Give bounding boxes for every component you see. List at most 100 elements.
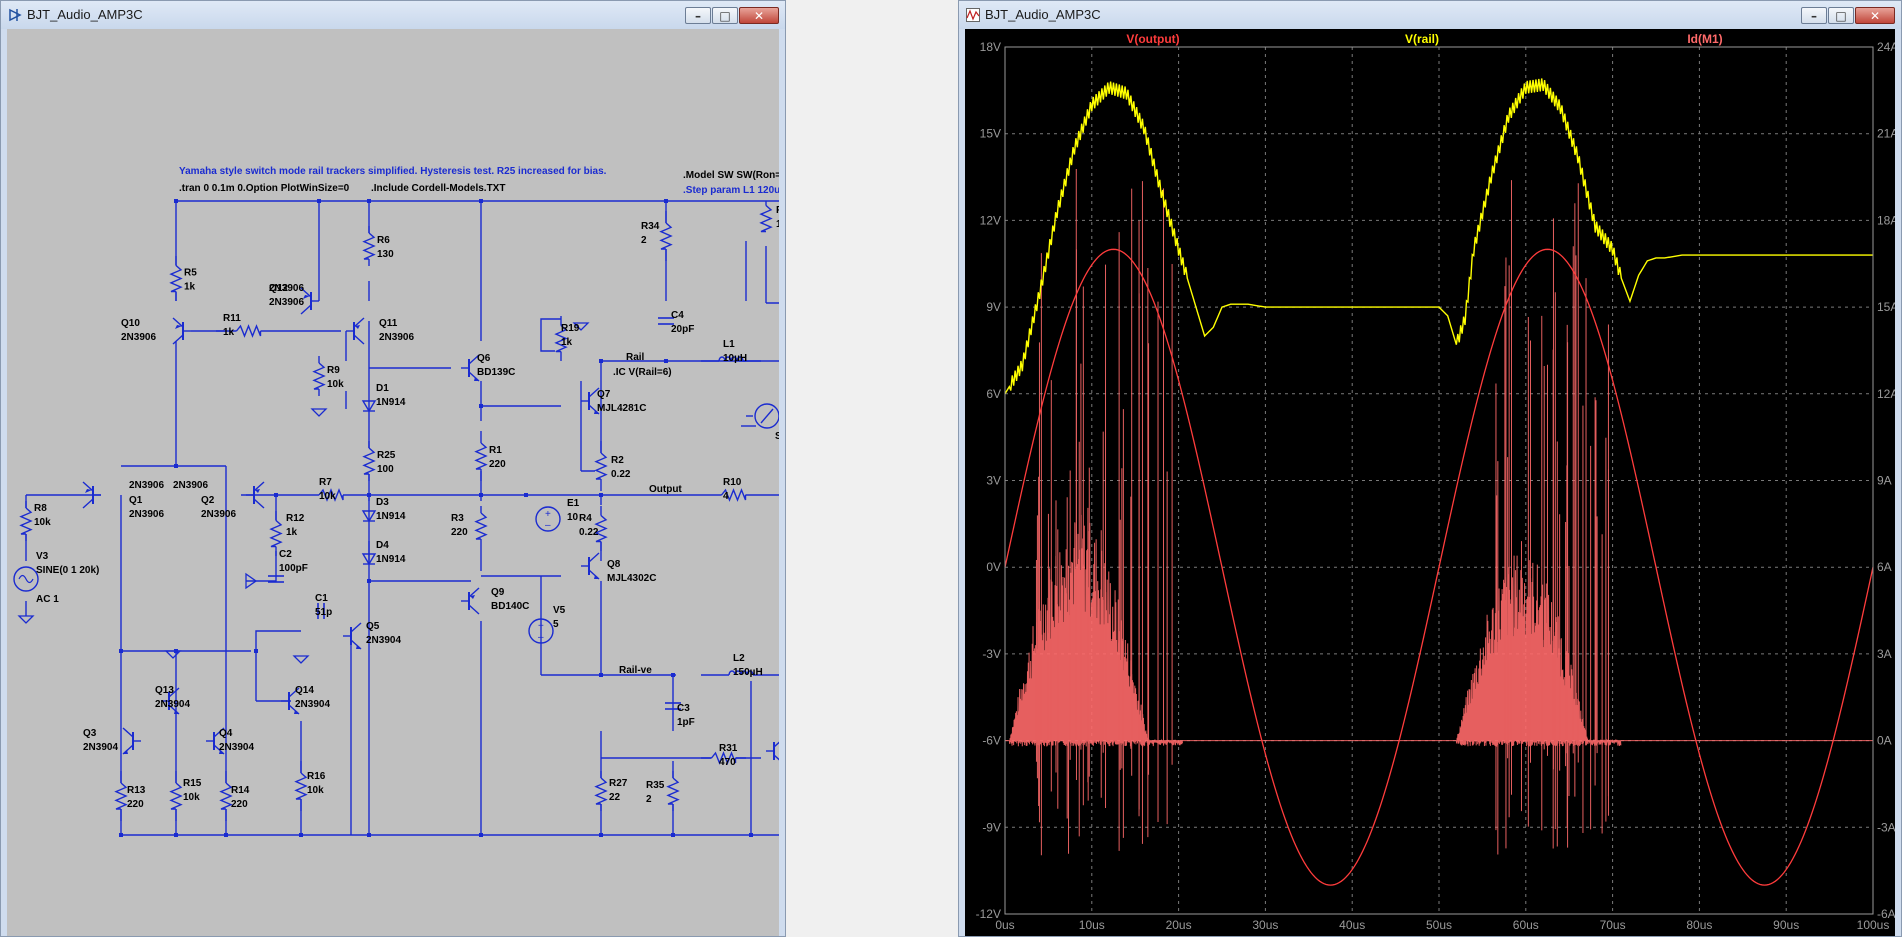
c1-ref: C1 (315, 593, 328, 604)
q5-value: 2N3904 (366, 635, 401, 646)
c2-ref: C2 (279, 549, 292, 560)
q3-ref: Q3 (83, 728, 97, 739)
junction-dot (749, 833, 753, 837)
r1-value: 220 (489, 459, 506, 470)
ground-symbol (292, 655, 310, 664)
transistor-q9[interactable] (461, 587, 480, 615)
q10-value: 2N3906 (121, 332, 156, 343)
x-tick-label: 70us (1600, 918, 1626, 932)
y-right-tick-label: -6A (1877, 907, 1895, 921)
r18-value: 100 (776, 219, 779, 230)
r25-ref: R25 (377, 450, 396, 461)
r10-ref: R10 (723, 477, 742, 488)
d4-value: 1N914 (376, 554, 406, 565)
r9-value: 10k (327, 379, 344, 390)
y-left-tick-label: 0V (986, 560, 1001, 574)
y-left-tick-label: -9V (982, 820, 1001, 834)
close-button[interactable]: ✕ (739, 7, 779, 24)
r13-ref: R13 (127, 785, 146, 796)
y-right-tick-label: -3A (1877, 820, 1895, 834)
step-directive: .Step param L1 120u 150u 30u (683, 185, 779, 196)
r13-value: 220 (127, 799, 144, 810)
schematic-titlebar[interactable]: BJT_Audio_AMP3C – □ ✕ (1, 1, 785, 29)
svg-text:–: – (538, 632, 544, 643)
plot-pane[interactable]: 0us 10us 20us 30us 40us 50us 60us 70us 80us 90us 1… (965, 29, 1895, 936)
waveform-icon (966, 8, 980, 22)
r15-value: 10k (183, 792, 200, 803)
maximize-button[interactable]: □ (712, 7, 738, 24)
close-button[interactable]: ✕ (1855, 7, 1895, 24)
waveform-plot[interactable]: 0us 10us 20us 30us 40us 50us 60us 70us 80us 90us 1… (965, 29, 1895, 936)
q12-value-top: 2N3906 (269, 283, 304, 294)
transistor-q8[interactable] (581, 552, 600, 580)
transistor-q10[interactable] (172, 317, 191, 345)
legend-idm1[interactable]: Id(M1) (1687, 32, 1722, 46)
q2-value: 2N3906 (201, 509, 236, 520)
schematic-canvas[interactable]: +–+–+–+– Yamaha style switch mode rail t… (7, 29, 779, 936)
v3-ref: V3 (36, 551, 49, 562)
voltage-source-e1[interactable]: +– (535, 506, 561, 532)
close-icon: ✕ (1869, 9, 1881, 23)
junction-dot (479, 493, 483, 497)
r31-value: 470 (719, 757, 736, 768)
y-right-tick-label: 24A (1877, 40, 1895, 54)
q4-value: 2N3904 (219, 742, 254, 753)
transistor-q3[interactable] (122, 727, 141, 755)
legend-vrail[interactable]: V(rail) (1405, 32, 1439, 46)
voltage-source-v3[interactable] (13, 566, 39, 592)
l1-ref: L1 (723, 339, 735, 350)
transistor-q5[interactable] (343, 622, 362, 650)
r12-value: 1k (286, 527, 298, 538)
junction-dot (119, 833, 123, 837)
r19-value: 1k (561, 337, 573, 348)
r6-value: 130 (377, 249, 394, 260)
junction-dot (299, 833, 303, 837)
schematic-window[interactable]: BJT_Audio_AMP3C – □ ✕ +–+–+–+– Yamaha st… (0, 0, 786, 937)
maximize-icon: □ (719, 9, 731, 23)
transistor-q11[interactable] (346, 317, 365, 345)
maximize-icon: □ (1835, 9, 1847, 23)
minimize-button[interactable]: – (685, 7, 711, 24)
r12-ref: R12 (286, 513, 305, 524)
r16-ref: R16 (307, 771, 326, 782)
e1-ref: E1 (567, 498, 580, 509)
r25-value: 100 (377, 464, 394, 475)
minimize-button[interactable]: – (1801, 7, 1827, 24)
q8-value: MJL4302C (607, 573, 656, 584)
y-right-tick-label: 6A (1877, 560, 1892, 574)
switch-sw[interactable] (754, 403, 779, 429)
maximize-button[interactable]: □ (1828, 7, 1854, 24)
r11-ref: R11 (223, 313, 241, 324)
q5-ref: Q5 (366, 621, 380, 632)
c4-ref: C4 (671, 310, 684, 321)
transistor-q20[interactable] (766, 738, 779, 764)
r31-ref: R31 (719, 743, 738, 754)
plot-window[interactable]: BJT_Audio_AMP3C – □ ✕ 0us 10us 20us 30us 40u… (958, 0, 1902, 937)
c4-value: 20pF (671, 324, 694, 335)
r19-ref: R19 (561, 323, 580, 334)
legend-voutput[interactable]: V(output) (1126, 32, 1179, 46)
v5-value: 5 (553, 619, 559, 630)
l1-value: 10µH (723, 353, 747, 364)
r8-value: 10k (34, 517, 51, 528)
y-right-tick-label: 3A (1877, 647, 1892, 661)
voltage-source-v5[interactable]: +– (528, 618, 554, 644)
q4-ref: Q4 (219, 728, 233, 739)
r9-ref: R9 (327, 365, 340, 376)
c3-value: 1pF (677, 717, 695, 728)
plot-titlebar[interactable]: BJT_Audio_AMP3C – □ ✕ (959, 1, 1901, 29)
y-left-tick-label: 3V (986, 474, 1001, 488)
svg-text:+: + (538, 621, 544, 632)
q1-value-top: 2N3906 (129, 480, 164, 491)
schematic-drawing[interactable]: +–+–+–+– Yamaha style switch mode rail t… (7, 29, 779, 936)
junction-dot (119, 649, 123, 653)
y-right-tick-label: 0A (1877, 734, 1892, 748)
q8-ref: Q8 (607, 559, 621, 570)
r11-value: 1k (223, 327, 235, 338)
ic-directive: .IC V(Rail=6) (613, 367, 672, 378)
junction-dot (664, 359, 668, 363)
annotation-text: Yamaha style switch mode rail trackers s… (179, 166, 607, 177)
junction-dot (599, 493, 603, 497)
d1-value: 1N914 (376, 397, 406, 408)
ground-symbol (17, 615, 35, 624)
